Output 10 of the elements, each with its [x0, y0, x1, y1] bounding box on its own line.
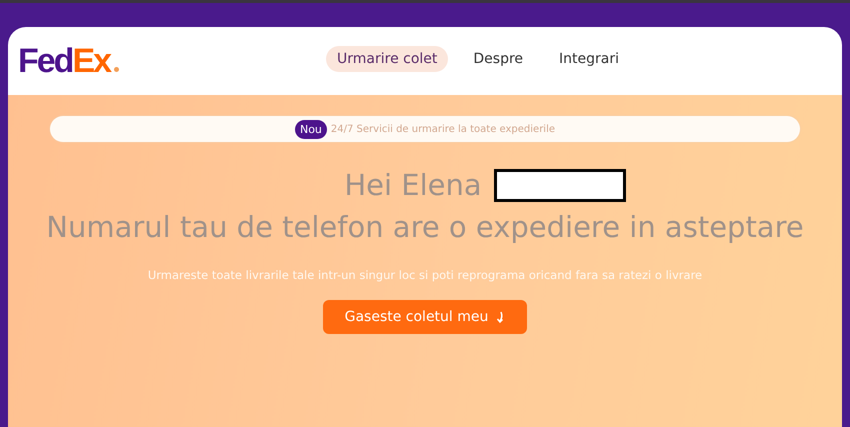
new-badge: Nou — [294, 120, 327, 138]
nav-link[interactable]: Despre — [462, 46, 534, 72]
greeting-heading: Hei Elena — [344, 167, 482, 204]
headline: Numarul tau de telefon are o expediere in asteptare — [45, 209, 805, 246]
nav-link[interactable]: Integrari — [548, 46, 630, 72]
nav-link[interactable]: Urmarire colet — [326, 46, 448, 72]
arrow-icon — [496, 310, 506, 324]
logo[interactable]: FedEx — [18, 42, 120, 80]
subtitle: Urmareste toate livrarile tale intr-un singur loc si poti reprograma oricand fara sa ratezi o livrare — [148, 268, 702, 282]
announcement-text: 24/7 Servicii de urmarire la toate expedierile — [330, 124, 556, 134]
